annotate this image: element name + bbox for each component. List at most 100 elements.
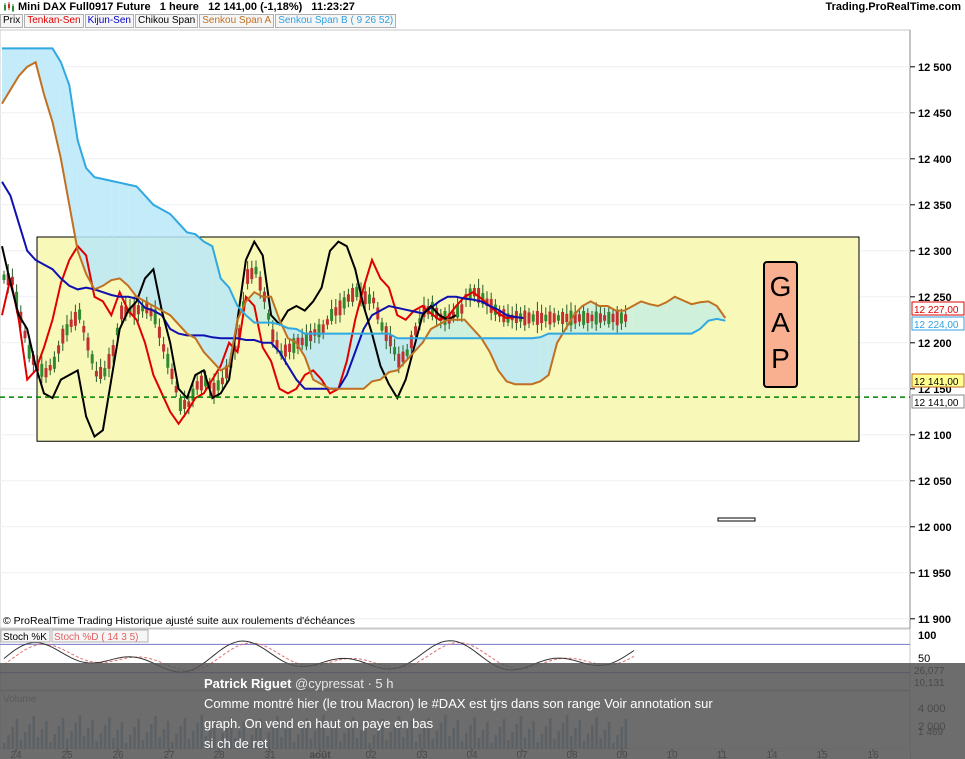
candle-body-10 <box>44 368 48 378</box>
candle-body-132 <box>556 315 560 321</box>
candle-body-23 <box>99 366 103 379</box>
cloud-segment-15 <box>128 184 137 297</box>
candle-body-144 <box>607 311 611 324</box>
candlestick-icon <box>4 2 14 12</box>
candle-body-6 <box>27 344 31 359</box>
candle-body-82 <box>346 294 350 302</box>
candle-body-38 <box>162 344 166 352</box>
candle-body-51 <box>216 380 220 391</box>
candle-body-50 <box>212 382 216 397</box>
candle-body-11 <box>48 364 52 371</box>
instrument-title: Mini DAX Full0917 Future 1 heure 12 141,… <box>18 1 355 13</box>
candle-body-37 <box>157 326 161 338</box>
stoch-d-label: Stoch %D ( 14 3 5) <box>54 632 138 643</box>
legend-tenkan-sen[interactable]: Tenkan-Sen <box>24 14 84 28</box>
candle-body-64 <box>271 329 275 343</box>
cloud-segment-12 <box>102 179 112 286</box>
cloud-segment-76 <box>641 301 650 334</box>
gap-letter-1: A <box>771 307 790 338</box>
cloud-segment-19 <box>161 209 171 316</box>
legend-senkou-span-b[interactable]: Senkou Span B ( 9 26 52) <box>275 14 397 28</box>
candle-body-131 <box>552 313 556 323</box>
candle-body-90 <box>380 322 384 331</box>
candle-body-86 <box>363 291 367 305</box>
chart-canvas: 12 50012 45012 40012 35012 30012 25012 2… <box>0 29 965 759</box>
candle-body-95 <box>401 351 405 362</box>
candle-body-32 <box>136 305 140 315</box>
candle-body-52 <box>220 377 224 385</box>
candle-body-138 <box>582 311 586 325</box>
candle-body-126 <box>531 314 535 322</box>
candle-body-142 <box>598 313 602 323</box>
cloud-segment-77 <box>649 304 658 334</box>
y-tick-label-11: 11 950 <box>918 568 951 580</box>
y-tick-label-6: 12 200 <box>918 338 952 350</box>
candle-body-141 <box>594 311 598 325</box>
copyright-note: © ProRealTime Trading Historique ajusté … <box>3 615 355 627</box>
tweet-overlay[interactable]: Patrick Riguet @cypressat · 5 h Comme mo… <box>0 663 965 759</box>
candle-body-47 <box>199 375 203 391</box>
candle-body-81 <box>342 297 346 309</box>
gap-letter-0: G <box>770 271 792 302</box>
candle-body-28 <box>120 305 124 320</box>
candle-body-43 <box>183 399 187 409</box>
candle-body-42 <box>178 398 182 411</box>
candle-body-60 <box>254 266 258 275</box>
candle-body-124 <box>523 310 527 326</box>
cloud-segment-61 <box>515 338 524 385</box>
candle-body-21 <box>90 354 94 364</box>
cloud-segment-64 <box>540 333 549 382</box>
y-tick-label-0: 12 500 <box>918 62 952 74</box>
candle-body-40 <box>170 368 174 379</box>
candle-body-96 <box>405 349 409 356</box>
badge-last-price: 12 141,00 <box>914 398 959 409</box>
candle-body-146 <box>615 310 619 326</box>
cloud-segment-21 <box>178 223 188 334</box>
cloud-segment-13 <box>111 180 120 281</box>
badge-tenkan: 12 227,00 <box>914 305 959 316</box>
y-tick-label-2: 12 400 <box>918 154 952 166</box>
candle-body-73 <box>309 330 313 342</box>
legend-chikou-span[interactable]: Chikou Span <box>134 14 199 28</box>
candle-body-92 <box>388 335 392 347</box>
candle-body-139 <box>586 312 590 324</box>
candle-body-147 <box>619 312 623 324</box>
candle-body-39 <box>166 353 170 368</box>
candle-body-14 <box>61 328 65 344</box>
candle-body-109 <box>460 304 464 314</box>
candle-body-15 <box>65 324 69 336</box>
candle-body-63 <box>267 313 271 320</box>
candle-body-75 <box>317 324 321 338</box>
title-bar: Mini DAX Full0917 Future 1 heure 12 141,… <box>0 0 965 14</box>
candle-body-77 <box>325 319 329 325</box>
cloud-segment-43 <box>363 333 373 389</box>
candle-body-16 <box>69 319 73 327</box>
legend-senkou-span-a[interactable]: Senkou Span A <box>199 14 275 28</box>
cloud-segment-60 <box>506 338 516 385</box>
tweet-author[interactable]: Patrick Riguet <box>204 676 291 691</box>
tweet-text-line-3: si ch de ret <box>204 736 268 751</box>
candle-body-93 <box>393 347 397 355</box>
tweet-header: Patrick Riguet @cypressat · 5 h <box>204 676 394 691</box>
legend-kijun-sen[interactable]: Kijun-Sen <box>84 14 134 28</box>
candle-body-9 <box>40 363 44 377</box>
candle-body-84 <box>355 286 359 298</box>
stoch-axis-100: 100 <box>918 630 936 642</box>
stoch-k-label: Stoch %K <box>3 632 47 643</box>
candle-body-74 <box>313 329 317 336</box>
candle-body-26 <box>111 345 115 357</box>
candle-body-46 <box>195 381 199 390</box>
candle-body-0 <box>2 274 6 281</box>
cloud-segment-62 <box>523 338 532 385</box>
candle-body-13 <box>57 345 61 354</box>
y-tick-label-8: 12 100 <box>918 430 952 442</box>
indicator-legend: Prix Tenkan-Sen Kijun-Sen Chikou Span Se… <box>0 14 397 28</box>
candle-body-68 <box>288 343 292 352</box>
cloud-segment-80 <box>674 296 684 334</box>
cloud-segment-54 <box>456 319 465 339</box>
y-tick-label-4: 12 300 <box>918 246 952 258</box>
candle-body-78 <box>330 308 334 321</box>
legend-prix[interactable]: Prix <box>0 14 24 28</box>
candle-body-88 <box>372 297 376 304</box>
candle-body-145 <box>611 313 615 323</box>
